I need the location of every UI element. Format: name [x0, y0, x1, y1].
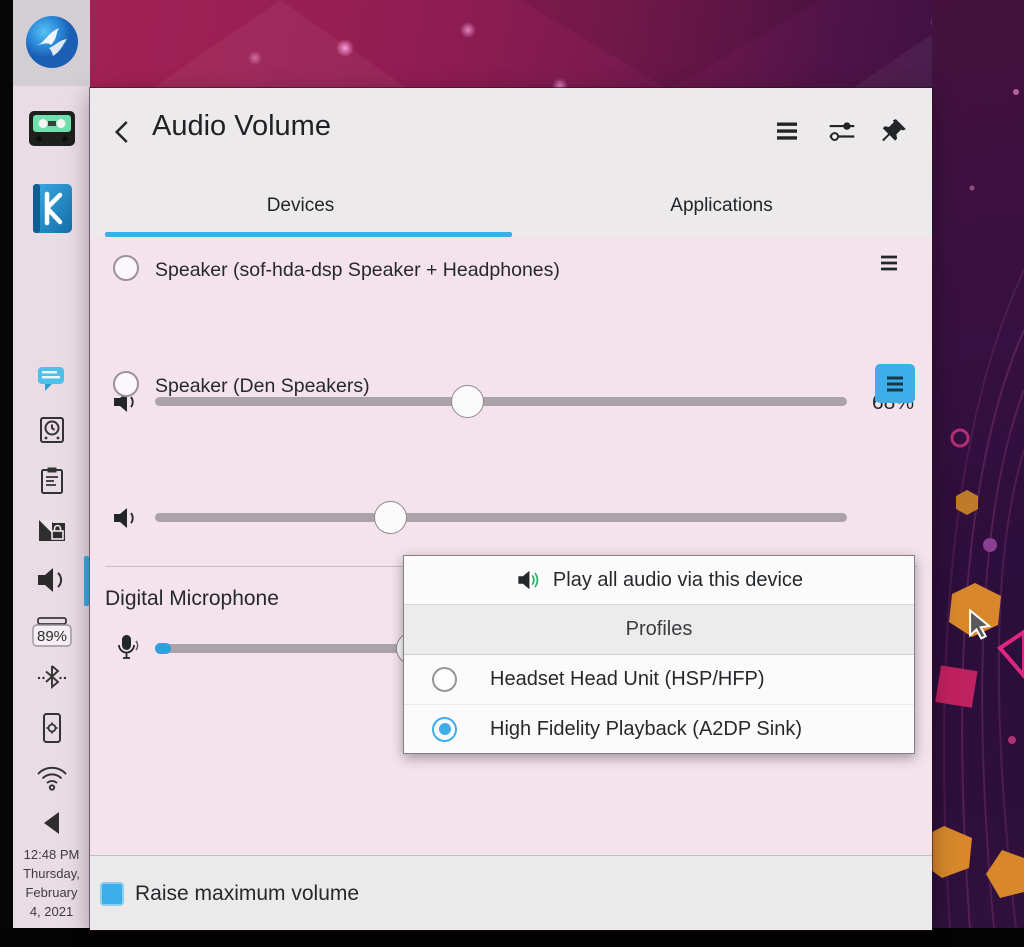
wallpaper-top [90, 0, 1024, 90]
active-tray-indicator [84, 556, 89, 606]
configure-audio-button[interactable] [826, 116, 856, 146]
radio-checked [432, 716, 457, 742]
vertical-taskbar: 89% 12:48 PM Thursday, February 4, 2021 [13, 0, 90, 928]
desktop-screen: 89% 12:48 PM Thursday, February 4, 2021 … [0, 0, 1024, 947]
clock-calendar[interactable]: 12:48 PM Thursday, February 4, 2021 [13, 845, 90, 921]
menu-section-profiles: Profiles [404, 605, 914, 655]
wallpaper-shapes [920, 89, 1024, 929]
device-context-menu: Play all audio via this device Profiles … [403, 555, 915, 754]
wallpaper-facet [150, 0, 410, 90]
chat-tray-icon[interactable] [13, 365, 90, 395]
battery-percent-label: 89% [36, 628, 66, 645]
kile-app-icon[interactable] [13, 183, 90, 234]
battery-tray-icon[interactable]: 89% [13, 616, 90, 648]
menu-item-label: Play all audio via this device [552, 568, 804, 591]
falkon-browser-icon[interactable] [13, 15, 90, 69]
panel-collapse-arrow-icon[interactable] [13, 810, 90, 836]
profile-label: High Fidelity Playback (A2DP Sink) [490, 717, 802, 740]
device-name: Speaker (Den Speakers) [155, 375, 370, 397]
wallpaper-facet [520, 0, 820, 90]
pin-icon [882, 119, 906, 142]
bottom-panel-strip [0, 928, 1024, 947]
speaker-playing-icon [518, 570, 539, 590]
device-menu-button-active[interactable] [875, 364, 915, 403]
hamburger-menu-icon [887, 376, 903, 391]
radio-unchecked [432, 667, 457, 692]
backup-disk-tray-icon[interactable] [13, 416, 90, 444]
microphone-slider-fill [155, 643, 171, 654]
device-menu-button[interactable] [875, 251, 903, 280]
tab-devices[interactable]: Devices [90, 180, 511, 232]
clipboard-tray-icon[interactable] [13, 466, 90, 495]
profile-option-headset[interactable]: Headset Head Unit (HSP/HFP) [404, 655, 914, 704]
clock-weekday: Thursday, [23, 866, 80, 881]
device-name: Speaker (sof-hda-dsp Speaker + Headphone… [155, 259, 560, 281]
volume-slider-handle[interactable] [374, 501, 407, 534]
pin-popup-button[interactable] [879, 116, 909, 146]
back-chevron-icon [114, 121, 128, 143]
cassette-app-icon[interactable] [13, 110, 90, 147]
screen-edge-strip [0, 0, 13, 947]
device-default-radio[interactable] [113, 255, 139, 281]
hamburger-menu-icon [881, 255, 897, 271]
vault-tray-icon[interactable] [13, 516, 90, 544]
clock-day-year: 4, 2021 [29, 904, 74, 919]
profile-label: Headset Head Unit (HSP/HFP) [490, 668, 765, 690]
kde-connect-tray-icon[interactable] [13, 712, 90, 744]
audio-volume-tray-icon[interactable] [13, 564, 90, 596]
footer-bar: Raise maximum volume [90, 855, 932, 930]
hamburger-menu-icon [777, 122, 797, 140]
volume-slider[interactable] [155, 513, 847, 522]
device-default-radio[interactable] [113, 371, 139, 397]
clock-time: 12:48 PM [23, 847, 80, 862]
mouse-cursor [963, 607, 997, 641]
volume-slider[interactable] [155, 397, 847, 406]
clock-month: February [25, 885, 78, 900]
raise-max-volume-checkbox[interactable] [100, 882, 124, 906]
speaker-icon [112, 505, 140, 536]
wallpaper-right [920, 0, 1024, 929]
microphone-name: Digital Microphone [105, 587, 279, 610]
volume-slider-handle[interactable] [451, 385, 484, 418]
tab-applications[interactable]: Applications [511, 180, 932, 232]
microphone-icon [115, 633, 143, 666]
overflow-menu-button[interactable] [772, 116, 802, 146]
back-button[interactable] [108, 117, 138, 147]
profile-option-a2dp[interactable]: High Fidelity Playback (A2DP Sink) [404, 704, 914, 753]
mixer-sliders-icon [829, 122, 855, 141]
applet-title: Audio Volume [152, 110, 331, 142]
raise-max-volume-label: Raise maximum volume [135, 882, 360, 905]
menu-item-play-all[interactable]: Play all audio via this device [404, 556, 914, 605]
wifi-tray-icon[interactable] [13, 762, 90, 792]
devices-list: Speaker (sof-hda-dsp Speaker + Headphone… [90, 237, 932, 855]
audio-volume-applet: Audio Volume Devices Applications Speake… [90, 88, 932, 930]
bluetooth-tray-icon[interactable] [13, 664, 90, 694]
